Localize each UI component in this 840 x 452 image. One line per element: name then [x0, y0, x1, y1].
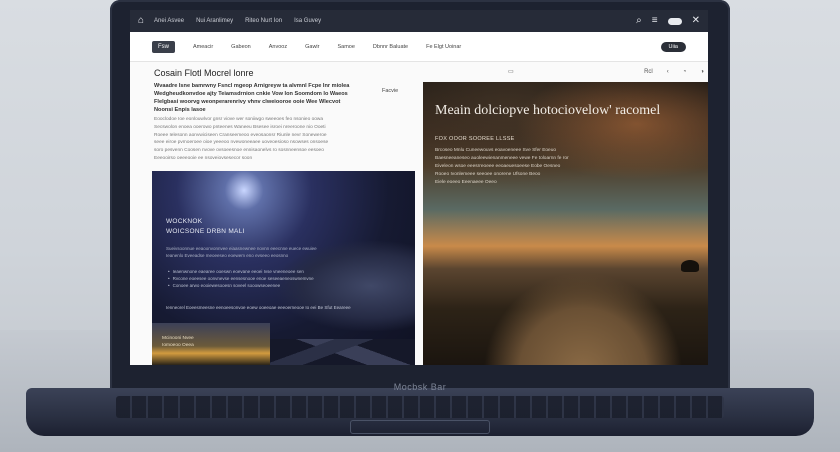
- toolbar-item-2[interactable]: Anvooz: [269, 44, 287, 50]
- keyboard: [116, 396, 724, 418]
- list-item: Ieaenwnone eaearee ooeswn eoevane eeoei …: [173, 268, 344, 275]
- app-toolbar: Fsw Ameacir Gabeon Anvooz Gawir Samoe Db…: [130, 32, 708, 62]
- thumbnail-label: Mcinooni Nvee Iomoeoo Oeea: [162, 336, 194, 348]
- card-footer: Ienneorel Eoeesmeesne eenoeesonvoe eoew …: [166, 305, 351, 310]
- toolbar-item-3[interactable]: Gawir: [305, 44, 319, 50]
- hero-body: Brcoseo Mnlu Cuneewouvs eoavoeneee Sve S…: [435, 148, 569, 185]
- nav-item-1[interactable]: Nui Aranlimey: [196, 18, 233, 24]
- search-icon[interactable]: ⌕: [636, 16, 642, 26]
- view-icon[interactable]: ▭: [508, 68, 514, 75]
- card-list: Ieaenwnone eaearee ooeswn eoevane eeoei …: [173, 268, 344, 289]
- list-item: Rvcone eoeesee oonvnevse eensesnooe enoe…: [173, 275, 344, 282]
- settings-icon[interactable]: ◑: [700, 69, 704, 75]
- browser-titlebar: ⌂ Anei Asvee Nui Aranlimey Riteo Nurt Io…: [130, 10, 708, 32]
- mountain-image: [270, 339, 415, 365]
- hero-kicker: FOX OOOR SOOREE LLSSE: [435, 136, 515, 142]
- app-menu-icon[interactable]: ⌂: [138, 16, 144, 26]
- nav-item-3[interactable]: Isa Guvey: [294, 18, 321, 24]
- toolbar-item-6[interactable]: Fe Elgt Uoinar: [426, 44, 461, 50]
- feature-card[interactable]: WOCKNOK WOICSONE DRBN MALI Sueivsoonnue …: [152, 171, 415, 365]
- toolbar-item-5[interactable]: Dbnnr Baluate: [373, 44, 408, 50]
- laptop-screen: ⌂ Anei Asvee Nui Aranlimey Riteo Nurt Io…: [130, 10, 708, 365]
- trackpad: [350, 420, 490, 434]
- card-heading: WOCKNOK WOICSONE DRBN MALI: [166, 218, 245, 235]
- toolbar-primary-button[interactable]: Fsw: [152, 40, 175, 53]
- article-paragraph: Eooclodoe Ioe eonlouwlvor gnsr viove wer…: [154, 117, 329, 161]
- hero-road: [483, 272, 683, 365]
- clock-icon[interactable]: ◔: [683, 69, 687, 75]
- list-item: Conoee arwo eooiewesooesn soveel sooowse…: [173, 282, 344, 289]
- device-brand: Mocbsk Bar: [393, 382, 447, 392]
- titlebar-actions: ⌕ ≡ ✕: [636, 16, 700, 26]
- document-actions: ▭ Rcl ‹ ◔ ◑: [508, 68, 704, 76]
- nav-item-2[interactable]: Riteo Nurt Ion: [245, 18, 282, 24]
- close-icon[interactable]: ✕: [692, 16, 700, 26]
- toggle-icon[interactable]: [667, 17, 682, 25]
- toolbar-item-0[interactable]: Ameacir: [193, 44, 213, 50]
- back-icon[interactable]: ‹: [667, 69, 669, 75]
- article-intro: Wvaadre Isne bamrwny Fsncl mgeop Arnigre…: [154, 83, 350, 113]
- toolbar-pill-button[interactable]: Uiia: [660, 41, 686, 52]
- menu-icon[interactable]: ≡: [652, 16, 658, 26]
- article-side-note: Facvie: [382, 88, 399, 94]
- nav-item-0[interactable]: Anei Asvee: [154, 18, 184, 24]
- action-0[interactable]: Rcl: [644, 69, 653, 75]
- toolbar-item-4[interactable]: Samoe: [337, 44, 354, 50]
- hero-title: Meain dolciopve hotociovelow' racomel: [435, 103, 661, 118]
- page-title: Cosain Flotl Mocrel lonre: [154, 68, 254, 78]
- hero-tree: [681, 260, 699, 272]
- card-subtitle: Sueivsoonnue eeaoonvonnvee eiaasnewnee n…: [166, 246, 317, 258]
- toolbar-item-1[interactable]: Gabeon: [231, 44, 251, 50]
- hero-image: Meain dolciopve hotociovelow' racomel FO…: [423, 82, 708, 365]
